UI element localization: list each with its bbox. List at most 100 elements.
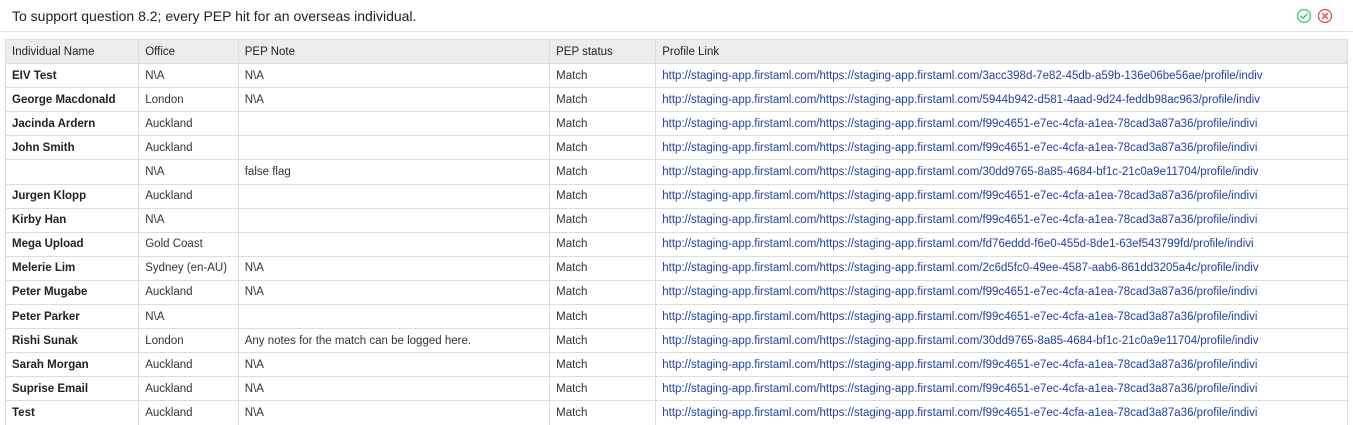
pep-note-cell: N\A bbox=[237, 400, 551, 425]
profile-link[interactable]: http://staging-app.firstaml.com/https://… bbox=[655, 376, 1348, 402]
individual-name-cell: Test bbox=[5, 400, 140, 425]
office-cell: Auckland bbox=[138, 183, 239, 209]
question-title: To support question 8.2; every PEP hit f… bbox=[12, 7, 417, 24]
profile-link[interactable]: http://staging-app.firstaml.com/https://… bbox=[655, 159, 1348, 185]
profile-link[interactable]: http://staging-app.firstaml.com/https://… bbox=[655, 111, 1348, 137]
column-header-pep-note[interactable]: PEP Note bbox=[237, 39, 551, 65]
individual-name-cell: John Smith bbox=[5, 135, 140, 161]
pep-status-cell: Match bbox=[549, 376, 657, 402]
office-cell: Auckland bbox=[138, 135, 239, 161]
profile-link[interactable]: http://staging-app.firstaml.com/https://… bbox=[655, 255, 1348, 281]
office-cell: Auckland bbox=[138, 376, 239, 402]
pep-note-cell: false flag bbox=[237, 159, 551, 185]
table-row[interactable]: Melerie Lim Sydney (en-AU) N\A Match http://… bbox=[5, 255, 1348, 281]
office-cell: London bbox=[138, 328, 239, 354]
pep-note-cell: N\A bbox=[237, 255, 551, 281]
individual-name-cell: EIV Test bbox=[5, 63, 140, 89]
office-cell: Auckland bbox=[138, 400, 239, 425]
profile-link[interactable]: http://staging-app.firstaml.com/https://… bbox=[655, 87, 1348, 113]
table-row[interactable]: Jurgen Klopp Auckland Match http://staging-… bbox=[5, 183, 1348, 209]
column-header-pep-status[interactable]: PEP status bbox=[549, 39, 657, 65]
profile-link[interactable]: http://staging-app.firstaml.com/https://… bbox=[655, 135, 1348, 161]
pep-note-cell bbox=[237, 183, 551, 209]
question-header: To support question 8.2; every PEP hit f… bbox=[0, 0, 1353, 32]
pep-status-cell: Match bbox=[549, 183, 657, 209]
office-cell: Auckland bbox=[138, 111, 239, 137]
pep-note-cell bbox=[237, 304, 551, 330]
profile-link[interactable]: http://staging-app.firstaml.com/https://… bbox=[655, 207, 1348, 233]
pep-note-cell bbox=[237, 231, 551, 257]
individual-name-cell: Peter Mugabe bbox=[5, 279, 140, 306]
x-circle-icon[interactable] bbox=[1317, 8, 1333, 24]
pep-status-cell: Match bbox=[549, 400, 657, 425]
table-row[interactable]: John Smith Auckland Match http://staging-ap… bbox=[5, 135, 1348, 161]
table-row[interactable]: Peter Parker N\A Match http://staging-app.f… bbox=[5, 304, 1348, 330]
pep-status-cell: Match bbox=[549, 159, 657, 185]
table-row[interactable]: EIV Test N\A N\A Match http://staging-app.fi… bbox=[5, 63, 1348, 89]
pep-note-cell: Any notes for the match can be logged he… bbox=[237, 328, 551, 354]
header-actions bbox=[1296, 8, 1333, 24]
office-cell: N\A bbox=[138, 207, 239, 233]
pep-note-cell: N\A bbox=[237, 87, 551, 113]
pep-table-container[interactable]: Individual Name Office PEP Note PEP stat… bbox=[5, 39, 1348, 425]
table-row[interactable]: Jacinda Ardern Auckland Match http://stagin… bbox=[5, 111, 1348, 137]
individual-name-cell: Melerie Lim bbox=[5, 255, 140, 281]
pep-status-cell: Match bbox=[549, 207, 657, 233]
pep-status-cell: Match bbox=[549, 304, 657, 330]
profile-link[interactable]: http://staging-app.firstaml.com/https://… bbox=[655, 304, 1348, 330]
pep-status-cell: Match bbox=[549, 87, 657, 113]
table-row[interactable]: Suprise Email Auckland N\A Match http://stag… bbox=[5, 376, 1348, 402]
individual-name-cell: Jurgen Klopp bbox=[5, 183, 140, 209]
column-header-office[interactable]: Office bbox=[138, 39, 239, 65]
pep-status-cell: Match bbox=[549, 328, 657, 354]
office-cell: N\A bbox=[138, 304, 239, 330]
office-cell: Sydney (en-AU) bbox=[138, 255, 239, 281]
table-row[interactable]: N\A false flag Match http://staging-app.fir… bbox=[5, 159, 1348, 185]
individual-name-cell: Sarah Morgan bbox=[5, 352, 140, 378]
individual-name-cell: Peter Parker bbox=[5, 304, 140, 330]
pep-hits-table: Individual Name Office PEP Note PEP stat… bbox=[5, 39, 1348, 425]
profile-link[interactable]: http://staging-app.firstaml.com/https://… bbox=[655, 63, 1348, 89]
pep-status-cell: Match bbox=[549, 63, 657, 89]
table-row[interactable]: Mega Upload Gold Coast Match http://staging… bbox=[5, 231, 1348, 257]
profile-link[interactable]: http://staging-app.firstaml.com/https://… bbox=[655, 352, 1348, 378]
office-cell: Gold Coast bbox=[138, 231, 239, 257]
profile-link[interactable]: http://staging-app.firstaml.com/https://… bbox=[655, 328, 1348, 354]
table-row[interactable]: Peter Mugabe Auckland N\A Match http://stagi… bbox=[5, 279, 1348, 306]
individual-name-cell bbox=[5, 159, 140, 185]
pep-note-cell: N\A bbox=[237, 352, 551, 378]
pep-note-cell bbox=[237, 135, 551, 161]
office-cell: N\A bbox=[138, 159, 239, 185]
table-row[interactable]: George Macdonald London N\A Match http://sta… bbox=[5, 87, 1348, 113]
table-row[interactable]: Kirby Han N\A Match http://staging-app.firs… bbox=[5, 207, 1348, 233]
pep-status-cell: Match bbox=[549, 111, 657, 137]
column-header-profile-link[interactable]: Profile Link bbox=[655, 39, 1348, 65]
profile-link[interactable]: http://staging-app.firstaml.com/https://… bbox=[655, 279, 1348, 306]
pep-status-cell: Match bbox=[549, 255, 657, 281]
pep-note-cell: N\A bbox=[237, 376, 551, 402]
table-row[interactable]: Rishi Sunak London Any notes for the match… bbox=[5, 328, 1348, 354]
profile-link[interactable]: http://staging-app.firstaml.com/https://… bbox=[655, 231, 1348, 257]
office-cell: Auckland bbox=[138, 352, 239, 378]
individual-name-cell: Jacinda Ardern bbox=[5, 111, 140, 137]
check-circle-icon[interactable] bbox=[1296, 8, 1312, 24]
table-row[interactable]: Test Auckland N\A Match http://staging-app.f… bbox=[5, 400, 1348, 425]
pep-status-cell: Match bbox=[549, 352, 657, 378]
pep-note-cell: N\A bbox=[237, 63, 551, 89]
pep-status-cell: Match bbox=[549, 279, 657, 306]
office-cell: N\A bbox=[138, 63, 239, 89]
individual-name-cell: Suprise Email bbox=[5, 376, 140, 402]
individual-name-cell: Mega Upload bbox=[5, 231, 140, 257]
pep-note-cell: N\A bbox=[237, 279, 551, 306]
profile-link[interactable]: http://staging-app.firstaml.com/https://… bbox=[655, 183, 1348, 209]
individual-name-cell: Kirby Han bbox=[5, 207, 140, 233]
office-cell: London bbox=[138, 87, 239, 113]
individual-name-cell: Rishi Sunak bbox=[5, 328, 140, 354]
pep-status-cell: Match bbox=[549, 135, 657, 161]
table-row[interactable]: Sarah Morgan Auckland N\A Match http://stagi… bbox=[5, 352, 1348, 378]
pep-note-cell bbox=[237, 207, 551, 233]
table-body: EIV Test N\A N\A Match http://staging-app.fi… bbox=[5, 63, 1348, 425]
profile-link[interactable]: http://staging-app.firstaml.com/https://… bbox=[655, 400, 1348, 425]
individual-name-cell: George Macdonald bbox=[5, 87, 140, 113]
column-header-individual-name[interactable]: Individual Name bbox=[5, 39, 140, 65]
